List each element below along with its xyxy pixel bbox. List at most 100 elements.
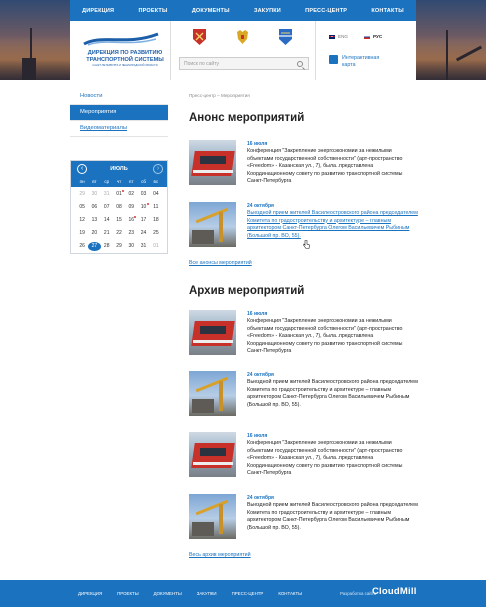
event-card[interactable]: 16 июля Конференция "Закрепление энергоэ… (189, 432, 419, 482)
calendar-day-selected[interactable]: 27 (88, 242, 101, 251)
event-card[interactable]: 16 июля Конференция "Закрепление энергоэ… (189, 140, 419, 190)
calendar-day[interactable]: 24 (137, 229, 149, 238)
calendar-day[interactable]: 06 (88, 203, 100, 212)
calendar-day-with-event[interactable]: 10 (137, 203, 149, 212)
map-link-line-1: Интерактивная (342, 55, 380, 61)
sidebar-item-videos[interactable]: Видеоматериалы (70, 121, 168, 137)
tram-photo[interactable] (189, 310, 236, 355)
calendar-day[interactable]: 02 (125, 190, 137, 199)
sidebar-item-news[interactable]: Новости (70, 89, 168, 105)
event-link[interactable]: Выездной прием жителей Василеостровского… (247, 210, 419, 240)
event-description: Выездной прием жителей Василеостровского… (247, 502, 418, 531)
event-date: 24 октября (247, 203, 274, 209)
calendar-day[interactable]: 23 (125, 229, 137, 238)
calendar-day-with-event[interactable]: 01 (113, 190, 125, 199)
language-and-map: ENG РУС Интерактивная карта (316, 21, 416, 80)
lang-en-label: ENG (338, 34, 348, 39)
calendar-day[interactable]: 20 (88, 229, 100, 238)
calendar-day[interactable]: 30 (88, 190, 100, 199)
nav-item-press-center[interactable]: ПРЕСС-ЦЕНТР (305, 8, 347, 14)
logo-line-2: ТРАНСПОРТНОЙ СИСТЕМЫ (86, 56, 164, 63)
footer-item-contacts[interactable]: КОНТАКТЫ (278, 591, 302, 596)
nav-item-projects[interactable]: ПРОЕКТЫ (138, 8, 167, 14)
calendar-day[interactable]: 14 (101, 216, 113, 225)
calendar-day[interactable]: 19 (76, 229, 88, 238)
search-placeholder: Поиск по сайту (184, 61, 220, 67)
calendar-day[interactable]: 07 (101, 203, 113, 212)
calendar-day[interactable]: 01 (150, 242, 162, 251)
all-archive-link[interactable]: Весь архив мероприятий (189, 552, 251, 558)
developer-logo[interactable]: CloudMill (372, 586, 417, 597)
crane-photo[interactable] (189, 202, 236, 247)
uk-flag-icon (329, 34, 335, 39)
calendar-day[interactable]: 25 (150, 229, 162, 238)
breadcrumb[interactable]: Пресс-центр – Мероприятия (189, 93, 250, 98)
leningrad-oblast-emblem-icon (279, 29, 292, 45)
event-card[interactable]: 24 октября Выездной прием жителей Василе… (189, 494, 419, 544)
sidebar-item-events[interactable]: Мероприятия (70, 105, 168, 121)
event-card[interactable]: 24 октября Выездной прием жителей Василе… (189, 371, 419, 421)
calendar-day[interactable]: 28 (101, 242, 113, 251)
calendar-day[interactable]: 29 (76, 190, 88, 199)
calendar-day[interactable]: 13 (88, 216, 100, 225)
footer-item-direction[interactable]: ДИРЕКЦИЯ (78, 591, 102, 596)
event-date: 24 октября (247, 495, 274, 501)
calendar-day[interactable]: 30 (125, 242, 137, 251)
sidebar: Новости Мероприятия Видеоматериалы (70, 89, 168, 137)
calendar-day[interactable]: 11 (150, 203, 162, 212)
event-date: 16 июля (247, 141, 268, 147)
calendar-day[interactable]: 31 (101, 190, 113, 199)
footer-item-documents[interactable]: ДОКУМЕНТЫ (154, 591, 182, 596)
calendar-day[interactable]: 05 (76, 203, 88, 212)
calendar-day[interactable]: 03 (137, 190, 149, 199)
nav-item-purchases[interactable]: ЗАКУПКИ (254, 8, 281, 14)
footer-item-purchases[interactable]: ЗАКУПКИ (197, 591, 217, 596)
calendar-day[interactable]: 12 (76, 216, 88, 225)
calendar-day[interactable]: 26 (76, 242, 88, 251)
calendar-day[interactable]: 29 (113, 242, 125, 251)
tower-left (22, 58, 36, 80)
calendar-day[interactable]: 17 (137, 216, 149, 225)
calendar-day[interactable]: 04 (150, 190, 162, 199)
archive-heading: Архив мероприятий (189, 285, 305, 297)
interactive-map-link[interactable]: Интерактивная карта (329, 55, 379, 68)
event-description: Конференция "Закрепление энергоэкономии … (247, 440, 403, 477)
footer-item-projects[interactable]: ПРОЕКТЫ (117, 591, 138, 596)
page: ДИРЕКЦИЯ ПРОЕКТЫ ДОКУМЕНТЫ ЗАКУПКИ ПРЕСС… (0, 0, 486, 607)
event-card[interactable]: 16 июля Конференция "Закрепление энергоэ… (189, 310, 419, 360)
ru-flag-icon (364, 34, 370, 39)
event-description: Конференция "Закрепление энергоэкономии … (247, 318, 403, 355)
main-nav: ДИРЕКЦИЯ ПРОЕКТЫ ДОКУМЕНТЫ ЗАКУПКИ ПРЕСС… (70, 0, 416, 21)
spb-emblem-icon (193, 29, 206, 45)
event-description: Конференция "Закрепление энергоэкономии … (247, 148, 403, 185)
calendar-day[interactable]: 18 (150, 216, 162, 225)
footer-item-press-center[interactable]: ПРЕСС-ЦЕНТР (232, 591, 264, 596)
tram-photo[interactable] (189, 140, 236, 185)
event-description: Выездной прием жителей Василеостровского… (247, 379, 418, 408)
all-announcements-link[interactable]: Все анонсы мероприятий (189, 260, 252, 266)
search-icon[interactable] (297, 61, 303, 67)
next-month-icon[interactable]: › (153, 164, 163, 174)
lang-ru-label: РУС (373, 34, 383, 39)
calendar-header: ‹ ИЮЛЬ › (71, 161, 167, 177)
calendar-day[interactable]: 15 (113, 216, 125, 225)
spire-right (446, 30, 448, 80)
site-logo[interactable]: ДИРЕКЦИЯ ПО РАЗВИТИЮ ТРАНСПОРТНОЙ СИСТЕМЫ… (70, 21, 171, 80)
nav-item-contacts[interactable]: КОНТАКТЫ (371, 8, 403, 14)
footer-nav: ДИРЕКЦИЯ ПРОЕКТЫ ДОКУМЕНТЫ ЗАКУПКИ ПРЕСС… (78, 591, 302, 596)
calendar-day[interactable]: 21 (101, 229, 113, 238)
calendar-day[interactable]: 09 (125, 203, 137, 212)
calendar-day-with-event[interactable]: 16 (125, 216, 137, 225)
calendar-day[interactable]: 31 (137, 242, 149, 251)
calendar-weekdays: пн вт ср чт пт сб вс (71, 177, 167, 187)
nav-item-direction[interactable]: ДИРЕКЦИЯ (82, 8, 114, 14)
crane-photo[interactable] (189, 494, 236, 539)
search-input[interactable]: Поиск по сайту (179, 57, 309, 70)
lang-ru[interactable]: РУС (364, 34, 382, 39)
tram-photo[interactable] (189, 432, 236, 477)
nav-item-documents[interactable]: ДОКУМЕНТЫ (192, 8, 230, 14)
lang-en[interactable]: ENG (329, 34, 348, 39)
calendar-day[interactable]: 22 (113, 229, 125, 238)
calendar-day[interactable]: 08 (113, 203, 125, 212)
crane-photo[interactable] (189, 371, 236, 416)
